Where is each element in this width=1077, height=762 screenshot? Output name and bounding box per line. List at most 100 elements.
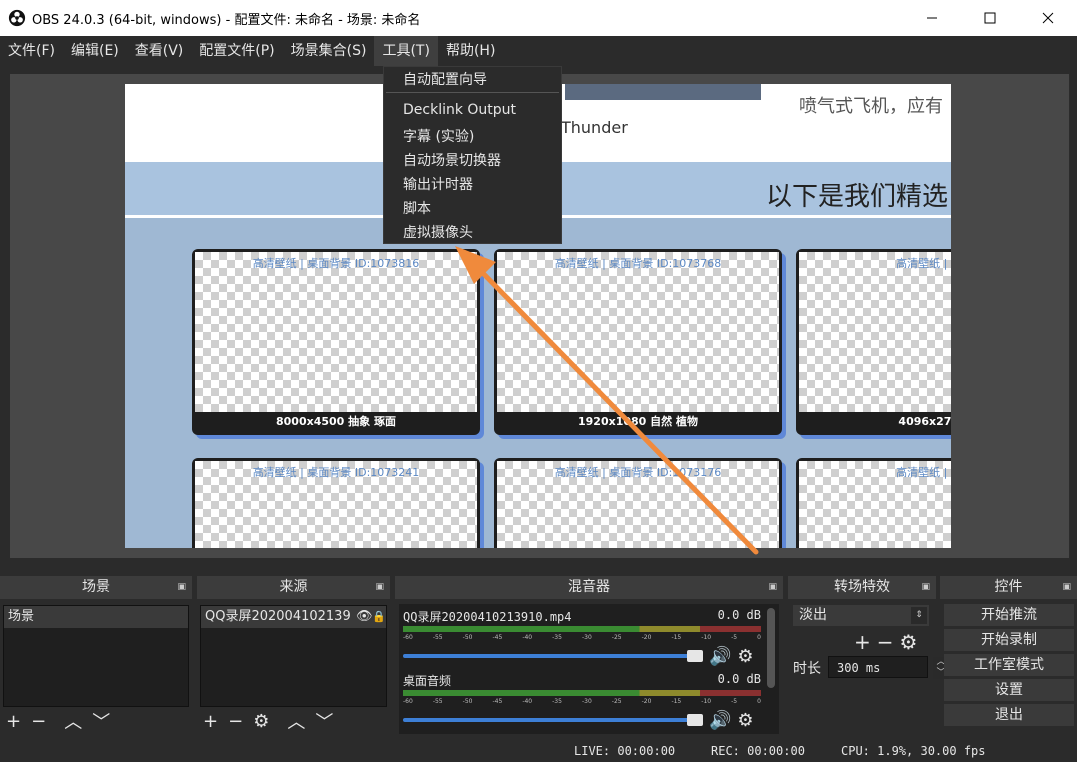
card-image: 高清壁纸 | 桌面背景 ID:1073241 <box>195 461 477 548</box>
pin-icon[interactable]: ▣ <box>768 576 777 599</box>
speaker-icon[interactable]: 🔊 <box>709 646 731 667</box>
mixer-body: QQ录屏20200410213910.mp4 0.0 dB -60 -55 -50-… <box>399 604 779 734</box>
volume-slider[interactable] <box>403 654 703 658</box>
card-caption: 4096x2732 人 <box>898 415 951 428</box>
wallpaper-card: 高清壁纸 | 桌面背景 ID:1073768 1920x1080 自然 植物 <box>494 249 782 435</box>
menu-item-output-timer[interactable]: 输出计时器 <box>403 174 473 194</box>
tick-label: -50 <box>462 698 473 705</box>
menu-item-auto-scene-switcher[interactable]: 自动场景切换器 <box>403 150 501 170</box>
scenes-list[interactable]: 场景 <box>3 605 189 707</box>
wallpaper-card: 高清壁纸 | 桌面背景 ID:1073241 <box>192 458 480 548</box>
sources-list[interactable]: QQ录屏202004102139 👁 🔒 <box>200 605 387 707</box>
pin-icon[interactable]: ▣ <box>921 576 930 599</box>
gear-icon[interactable]: ⚙ <box>737 646 753 667</box>
menu-item-auto-config-wizard[interactable]: 自动配置向导 <box>403 69 487 89</box>
live-status: LIVE: 00:00:00 <box>574 744 676 758</box>
tick-label: -20 <box>641 698 652 705</box>
volume-slider[interactable] <box>403 718 703 722</box>
mixer-header: 混音器 ▣ <box>395 576 783 599</box>
preview-headline: 以下是我们精选 <box>766 182 949 212</box>
plus-icon[interactable]: + <box>6 711 21 732</box>
mixer-scrollbar[interactable] <box>767 608 775 688</box>
pin-icon[interactable]: ▣ <box>1062 576 1071 599</box>
tick-label: 0 <box>757 698 761 705</box>
duration-value: 300 ms <box>837 661 881 675</box>
gear-icon[interactable]: ⚙ <box>253 711 269 732</box>
tick-label: -15 <box>671 698 682 705</box>
mixer-title: 混音器 <box>568 579 610 595</box>
transitions-header: 转场特效 ▣ <box>788 576 936 599</box>
gear-icon[interactable]: ⚙ <box>737 710 753 731</box>
mixer-dock: 混音器 ▣ QQ录屏20200410213910.mp4 0.0 dB -60 -… <box>395 576 783 736</box>
minus-icon[interactable]: − <box>228 711 243 732</box>
card-image: 高清壁纸 | 桌面背 <box>799 461 951 548</box>
eye-icon[interactable]: 👁 <box>356 606 373 628</box>
card-alt-text: 高清壁纸 | 桌面背景 ID:1073768 <box>554 257 722 270</box>
menu-item-captions[interactable]: 字幕 (实验) <box>403 126 474 146</box>
close-button[interactable] <box>1019 0 1077 36</box>
gear-icon[interactable]: ⚙ <box>900 630 918 654</box>
title-bar: OBS 24.0.3 (64-bit, windows) - 配置文件: 未命名… <box>0 0 1077 36</box>
card-alt-text: 高清壁纸 | 桌面背景 ID:1073241 <box>252 466 420 479</box>
menu-bar: 文件(F) 编辑(E) 查看(V) 配置文件(P) 场景集合(S) 工具(T) … <box>0 36 1077 66</box>
minus-icon[interactable]: − <box>31 711 46 732</box>
menu-help[interactable]: 帮助(H) <box>438 36 503 66</box>
source-item-label: QQ录屏202004102139 <box>205 609 351 624</box>
maximize-icon <box>984 12 996 24</box>
plus-icon[interactable]: + <box>203 711 218 732</box>
status-bar: LIVE: 00:00:00 REC: 00:00:00 CPU: 1.9%, … <box>0 740 1077 762</box>
lock-icon[interactable]: 🔒 <box>372 606 386 628</box>
menu-file[interactable]: 文件(F) <box>0 36 63 66</box>
plus-icon[interactable]: + <box>854 630 871 654</box>
chevron-up-icon[interactable]: ︿ <box>287 708 305 734</box>
preview-image-strip <box>565 84 761 100</box>
chevron-up-icon[interactable]: ︿ <box>64 708 82 734</box>
tick-label: -45 <box>492 698 503 705</box>
card-image: 高清壁纸 | 桌面背景 ID:1073768 <box>497 252 779 412</box>
tick-label: -5 <box>731 634 738 641</box>
transition-select[interactable]: 淡出 ⇕ <box>793 605 929 626</box>
volume-slider-handle[interactable] <box>687 714 703 726</box>
sources-header: 来源 ▣ <box>197 576 390 599</box>
channel-name: QQ录屏20200410213910.mp4 <box>403 610 572 624</box>
tick-label: 0 <box>757 634 761 641</box>
tick-label: -15 <box>671 634 682 641</box>
preview-text: 喷气式飞机，应有 <box>799 96 943 117</box>
start-streaming-button[interactable]: 开始推流 <box>944 604 1074 626</box>
wallpaper-card: 高清壁纸 | 桌面背 <box>796 458 951 548</box>
mixer-channel: QQ录屏20200410213910.mp4 0.0 dB -60 -55 -50-… <box>403 608 761 668</box>
minus-icon[interactable]: − <box>877 630 894 654</box>
menu-item-decklink-output[interactable]: Decklink Output <box>403 102 516 118</box>
exit-button[interactable]: 退出 <box>944 704 1074 726</box>
tick-label: -55 <box>432 634 443 641</box>
volume-slider-handle[interactable] <box>687 650 703 662</box>
menu-item-virtual-camera[interactable]: 虚拟摄像头 <box>403 222 473 242</box>
maximize-button[interactable] <box>961 0 1019 36</box>
chevron-down-icon[interactable]: ﹀ <box>92 708 110 734</box>
menu-view[interactable]: 查看(V) <box>127 36 192 66</box>
menu-item-scripts[interactable]: 脚本 <box>403 198 431 218</box>
duration-label: 时长 <box>793 661 821 677</box>
channel-db: 0.0 dB <box>717 672 761 686</box>
speaker-icon[interactable]: 🔊 <box>709 710 731 731</box>
pin-icon[interactable]: ▣ <box>375 576 384 599</box>
start-recording-button[interactable]: 开始录制 <box>944 629 1074 651</box>
transitions-title: 转场特效 <box>834 579 890 595</box>
source-item[interactable]: QQ录屏202004102139 👁 🔒 <box>201 606 386 628</box>
volume-meter <box>403 626 761 632</box>
duration-input[interactable]: 300 ms ︿ ﹀ <box>828 656 949 679</box>
menu-scene-collection[interactable]: 场景集合(S) <box>283 36 375 66</box>
settings-button[interactable]: 设置 <box>944 679 1074 701</box>
menu-profile[interactable]: 配置文件(P) <box>191 36 282 66</box>
rec-status: REC: 00:00:00 <box>711 744 805 758</box>
chevron-down-icon[interactable]: ﹀ <box>315 708 333 734</box>
menu-tools[interactable]: 工具(T) <box>374 36 438 66</box>
obs-logo-icon <box>8 9 26 27</box>
pin-icon[interactable]: ▣ <box>177 576 186 599</box>
menu-edit[interactable]: 编辑(E) <box>63 36 127 66</box>
scenes-header: 场景 ▣ <box>0 576 192 599</box>
scene-item[interactable]: 场景 <box>4 606 188 628</box>
card-alt-text: 高清壁纸 | 桌面背景 ID:1073816 <box>252 257 420 270</box>
studio-mode-button[interactable]: 工作室模式 <box>944 654 1074 676</box>
minimize-button[interactable] <box>903 0 961 36</box>
